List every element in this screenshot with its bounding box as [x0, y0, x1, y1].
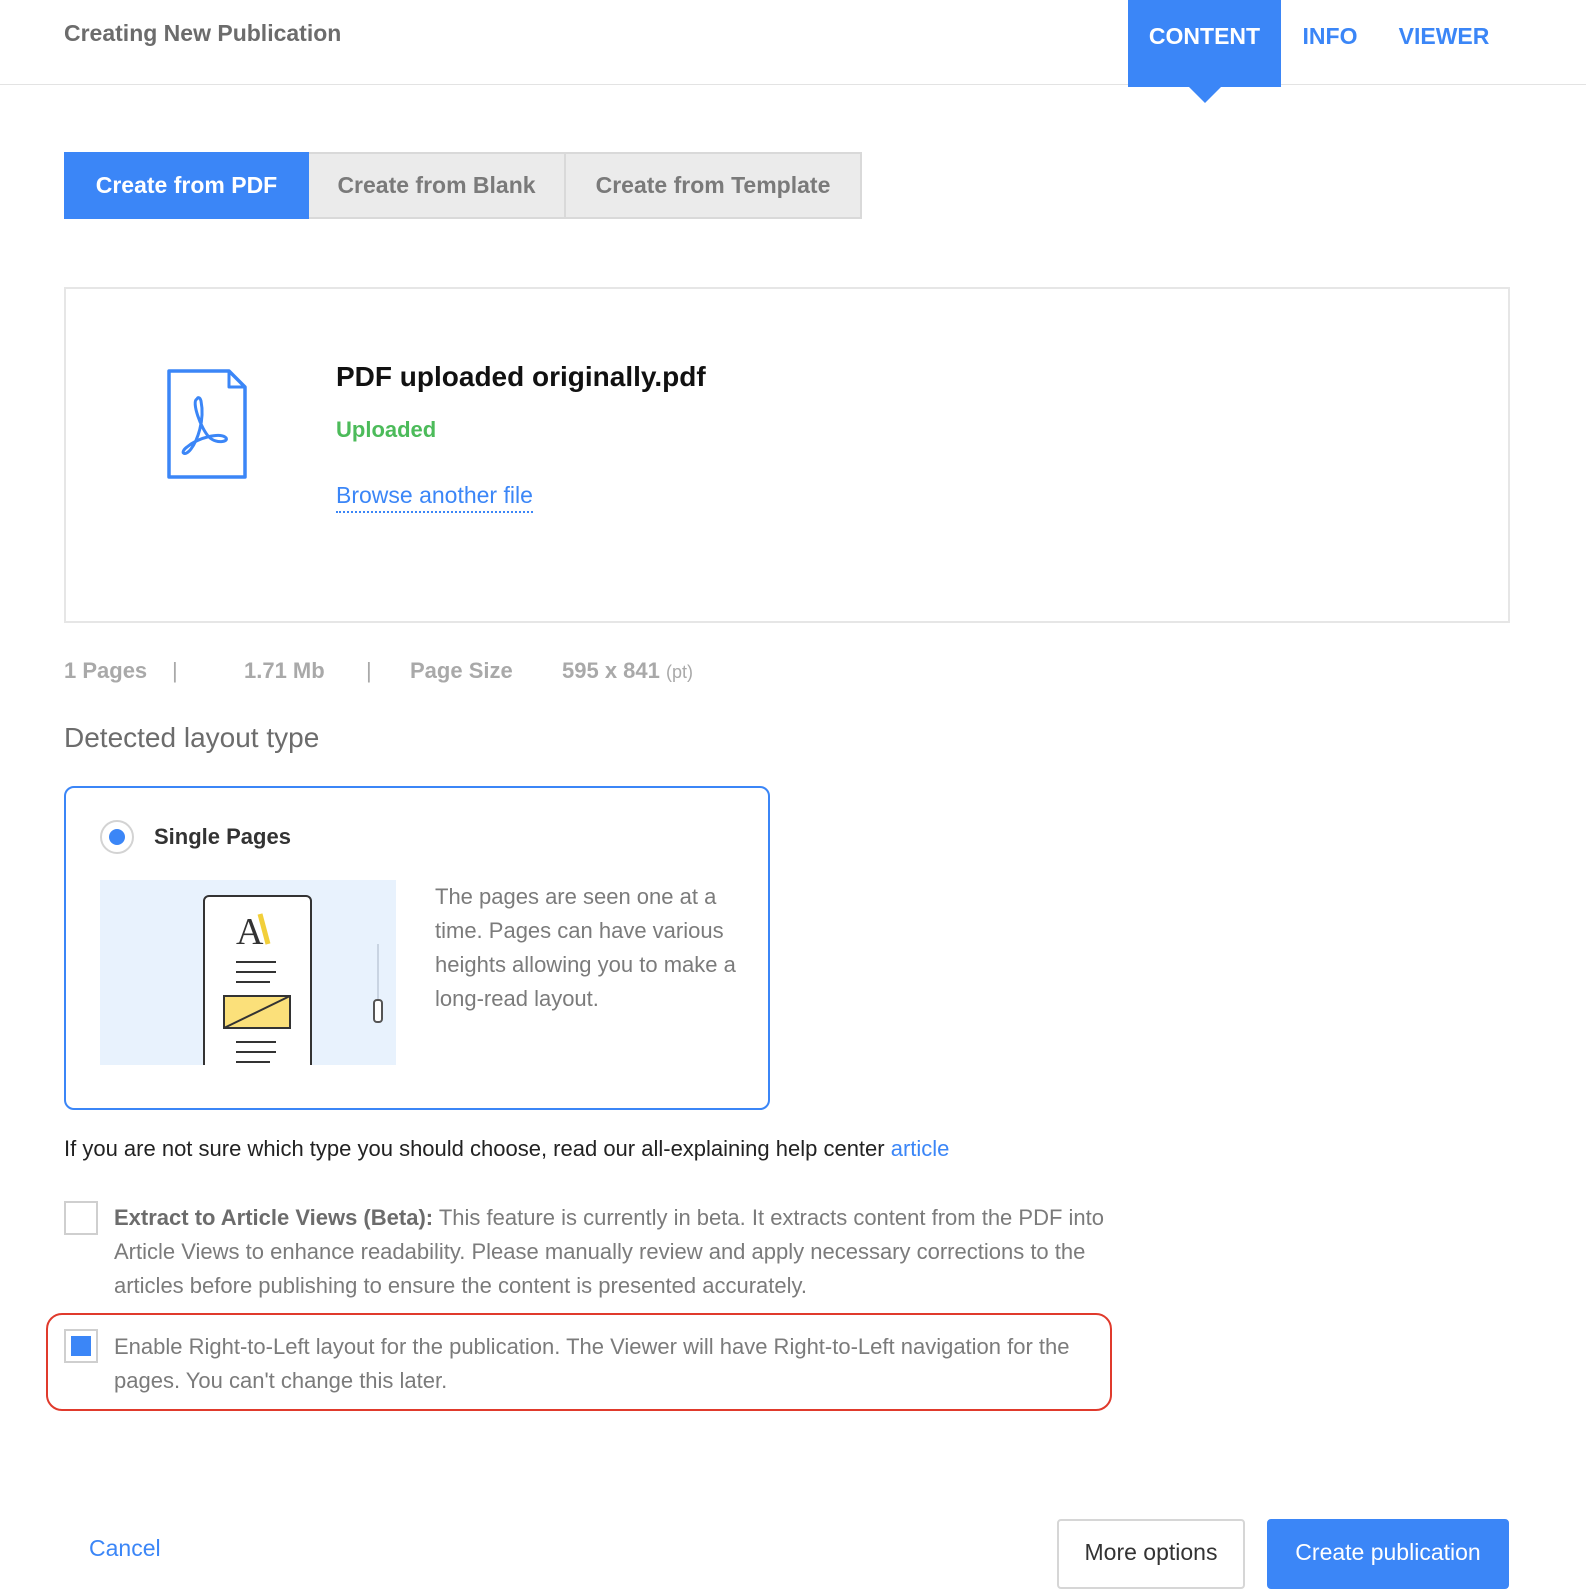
page-size-label: Page Size	[410, 658, 513, 683]
create-from-blank-tab[interactable]: Create from Blank	[309, 152, 566, 219]
upload-status: Uploaded	[336, 417, 437, 442]
checkbox-checked-fill	[71, 1336, 91, 1356]
rtl-layout-text: Enable Right-to-Left layout for the publ…	[114, 1334, 1070, 1393]
pdf-file-icon	[167, 369, 247, 479]
single-pages-label: Single Pages	[154, 824, 291, 849]
active-tab-caret	[1187, 86, 1222, 103]
rtl-layout-checkbox[interactable]	[64, 1329, 98, 1363]
browse-another-file-link[interactable]: Browse another file	[336, 482, 533, 513]
create-from-template-label: Create from Template	[595, 172, 831, 198]
single-pages-layout-card[interactable]: Single Pages A The pages are seen one at…	[64, 786, 770, 1110]
tab-content-label: CONTENT	[1148, 23, 1261, 49]
cancel-button[interactable]: Cancel	[89, 1535, 161, 1562]
page-count: 1 Pages	[64, 658, 148, 683]
create-from-template-tab[interactable]: Create from Template	[566, 152, 862, 219]
file-size: 1.71 Mb	[244, 658, 325, 683]
single-pages-radio[interactable]	[100, 820, 134, 854]
help-text-body: If you are not sure which type you shoul…	[64, 1136, 891, 1161]
page-title: Creating New Publication	[64, 20, 342, 46]
single-pages-illustration: A	[100, 880, 396, 1065]
detected-layout-title: Detected layout type	[64, 722, 320, 753]
tab-info[interactable]: INFO	[1285, 0, 1375, 87]
tab-viewer-label: VIEWER	[1398, 23, 1490, 49]
help-article-link[interactable]: article	[891, 1136, 950, 1161]
page-size-unit: (pt)	[666, 662, 693, 682]
page-size-value: 595 x 841 (pt)	[562, 658, 693, 684]
create-from-blank-label: Create from Blank	[337, 172, 536, 198]
extract-article-views-checkbox[interactable]	[64, 1201, 98, 1235]
source-tabs: Create from PDF Create from Blank Create…	[64, 152, 862, 219]
tab-viewer[interactable]: VIEWER	[1385, 0, 1503, 87]
help-text: If you are not sure which type you shoul…	[64, 1136, 949, 1162]
create-from-pdf-tab[interactable]: Create from PDF	[64, 152, 309, 219]
extract-article-views-text: Extract to Article Views (Beta): This fe…	[114, 1201, 1114, 1303]
radio-selected-dot	[109, 829, 125, 845]
more-options-button[interactable]: More options	[1057, 1519, 1245, 1589]
upload-panel: PDF uploaded originally.pdf Uploaded Bro…	[64, 287, 1510, 623]
create-from-pdf-label: Create from PDF	[95, 172, 278, 198]
tab-info-label: INFO	[1302, 23, 1358, 49]
more-options-label: More options	[1084, 1539, 1218, 1565]
extract-article-views-title: Extract to Article Views (Beta):	[114, 1205, 434, 1230]
create-publication-button[interactable]: Create publication	[1267, 1519, 1509, 1589]
tab-content[interactable]: CONTENT	[1128, 0, 1281, 103]
meta-separator: |	[172, 658, 178, 683]
layout-description: The pages are seen one at a time. Pages …	[435, 884, 736, 1011]
page-size-dimensions: 595 x 841	[562, 658, 660, 683]
meta-separator: |	[366, 658, 372, 683]
create-publication-label: Create publication	[1295, 1539, 1481, 1565]
top-header: Creating New Publication CONTENT INFO VI…	[0, 0, 1586, 103]
file-name: PDF uploaded originally.pdf	[336, 361, 706, 392]
